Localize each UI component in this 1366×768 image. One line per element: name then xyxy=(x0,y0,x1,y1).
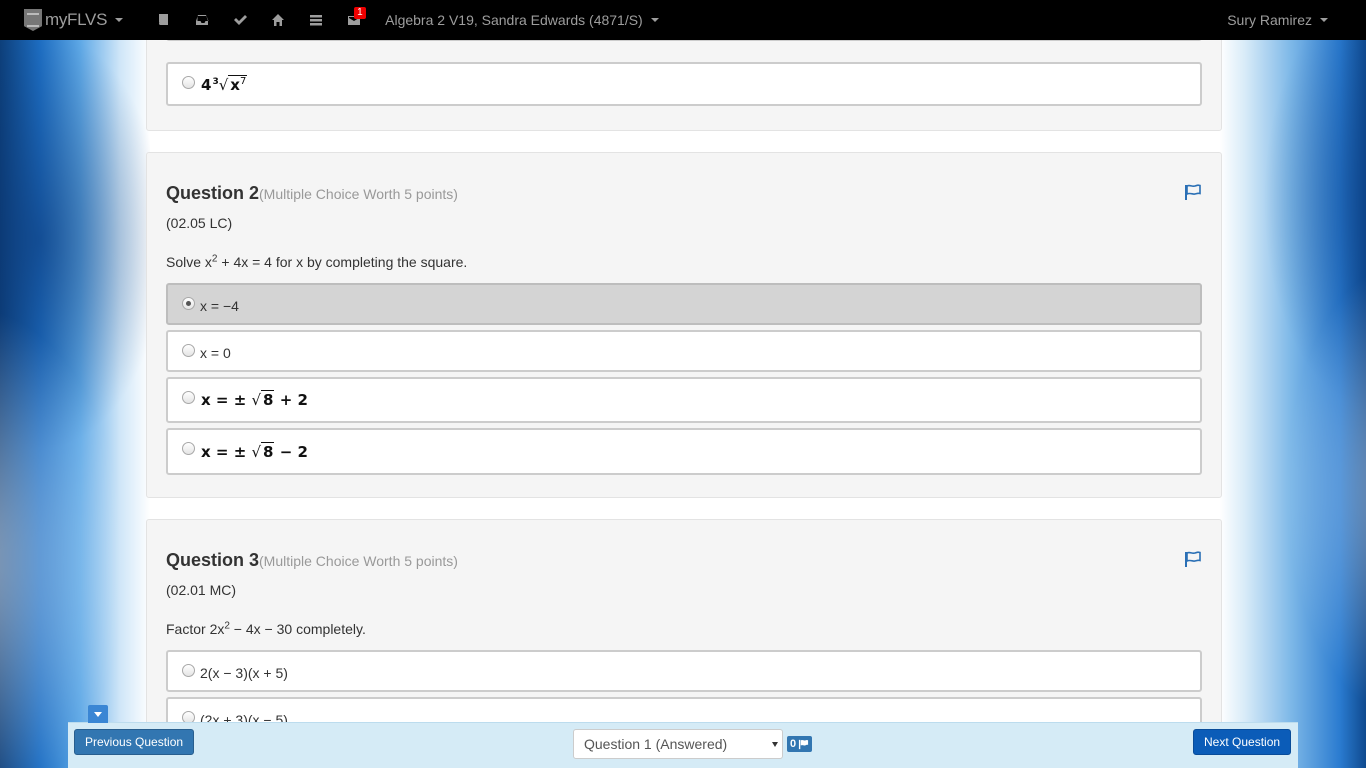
question-title: Question 2(Multiple Choice Worth 5 point… xyxy=(166,183,458,203)
background-swirl-left xyxy=(0,40,150,768)
check-icon xyxy=(234,15,248,25)
chevron-down-icon xyxy=(115,18,124,22)
flag-icon xyxy=(799,739,809,749)
question-prompt: Factor 2x2 − 4x − 30 completely. xyxy=(166,620,366,637)
flagged-count-badge[interactable]: 0 xyxy=(787,736,813,752)
course-title: Algebra 2 V19, Sandra Edwards (4871/S) xyxy=(385,12,643,28)
question-select[interactable]: Question 1 (Answered) xyxy=(573,729,783,759)
inbox-icon xyxy=(196,15,209,25)
book-icon xyxy=(159,14,169,25)
chevron-down-icon xyxy=(650,18,659,22)
flag-icon[interactable] xyxy=(1184,550,1202,568)
question-select-value: Question 1 (Answered) xyxy=(584,736,728,752)
option-math: x = ± √ 8 + 2 xyxy=(201,390,308,409)
question-navigation-bar: Previous Question Question 1 (Answered) … xyxy=(68,722,1298,768)
question-code: (02.05 LC) xyxy=(166,215,233,231)
user-menu[interactable]: Sury Ramirez xyxy=(1227,0,1328,40)
nav-messages-button[interactable]: 1 xyxy=(335,0,373,40)
option-label: 2(x − 3)(x + 5) xyxy=(200,665,288,681)
user-name: Sury Ramirez xyxy=(1227,12,1312,28)
flag-icon[interactable] xyxy=(1184,183,1202,201)
question-1-option-d[interactable]: 43√ x7 xyxy=(166,62,1202,106)
nav-home-button[interactable] xyxy=(259,0,297,40)
assessment-content: 43√ x7 Question 2(Multiple Choice Worth 5… xyxy=(146,0,1222,768)
nav-inbox-button[interactable] xyxy=(183,0,221,40)
brand-name: myFLVS xyxy=(45,10,108,29)
radio-button[interactable] xyxy=(182,391,195,404)
nav-check-button[interactable] xyxy=(221,0,259,40)
radio-button-checked[interactable] xyxy=(182,297,195,310)
course-selector[interactable]: Algebra 2 V19, Sandra Edwards (4871/S) xyxy=(385,12,659,28)
question-3-option-a[interactable]: 2(x − 3)(x + 5) xyxy=(166,650,1202,692)
radio-button[interactable] xyxy=(182,664,195,677)
question-2-option-b[interactable]: x = 0 xyxy=(166,330,1202,372)
flagged-count: 0 xyxy=(790,738,797,750)
message-count-badge: 1 xyxy=(354,7,366,19)
radio-button[interactable] xyxy=(182,344,195,357)
top-navbar: myFLVS 1 Algebra 2 V19, Sandra Edwards (… xyxy=(0,0,1366,40)
question-2-option-c[interactable]: x = ± √ 8 + 2 xyxy=(166,377,1202,423)
next-question-button[interactable]: Next Question xyxy=(1193,729,1292,755)
question-2-panel: Question 2(Multiple Choice Worth 5 point… xyxy=(146,152,1222,498)
question-title: Question 3(Multiple Choice Worth 5 point… xyxy=(166,550,458,570)
option-math: 43√ x7 xyxy=(201,75,248,94)
option-math: x = ± √ 8 − 2 xyxy=(201,442,308,461)
nav-list-button[interactable] xyxy=(297,0,335,40)
nav-book-button[interactable] xyxy=(145,0,183,40)
nav-icon-group: 1 xyxy=(145,0,373,40)
radio-button[interactable] xyxy=(182,442,195,455)
question-2-option-d[interactable]: x = ± √ 8 − 2 xyxy=(166,428,1202,475)
option-label: x = −4 xyxy=(200,298,239,314)
brand-menu[interactable]: myFLVS xyxy=(24,9,124,31)
previous-question-button[interactable]: Previous Question xyxy=(74,729,195,755)
list-icon xyxy=(310,15,323,26)
option-label: x = 0 xyxy=(200,345,231,361)
home-icon xyxy=(272,14,285,26)
flvs-logo-icon xyxy=(24,9,42,31)
background-swirl-right xyxy=(1226,40,1366,768)
question-2-option-a[interactable]: x = −4 xyxy=(166,283,1202,325)
question-prompt: Solve x2 + 4x = 4 for x by completing th… xyxy=(166,253,468,270)
radio-button[interactable] xyxy=(182,76,195,89)
collapse-toggle-button[interactable] xyxy=(88,705,108,723)
chevron-down-icon xyxy=(1320,18,1328,22)
question-code: (02.01 MC) xyxy=(166,582,237,598)
select-caret-icon xyxy=(772,742,778,747)
